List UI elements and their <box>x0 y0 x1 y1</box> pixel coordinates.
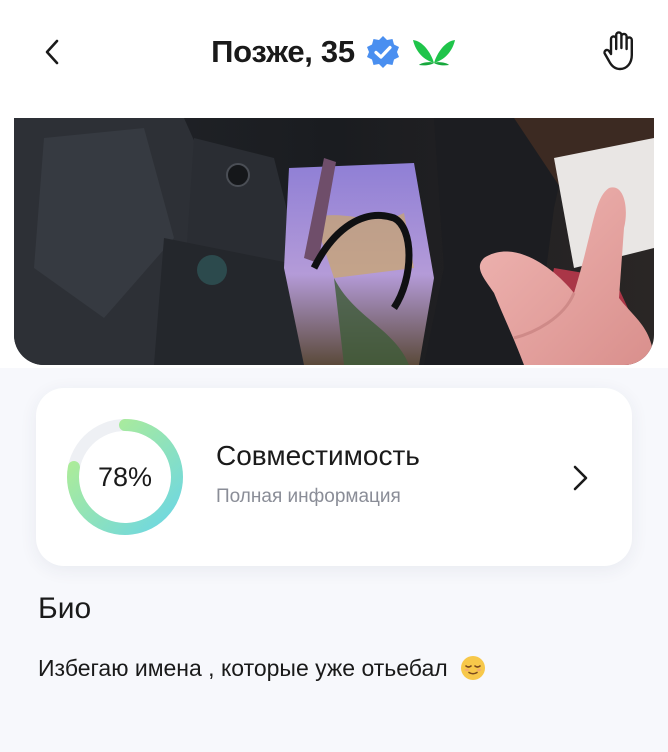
profile-photo-image <box>14 118 654 365</box>
profile-photo[interactable] <box>14 118 654 365</box>
bio-text: Избегаю имена , которые уже отьебал <box>38 655 448 681</box>
raised-hand-icon <box>603 31 633 71</box>
verified-badge-icon <box>366 36 399 68</box>
compatibility-subtitle: Полная информация <box>216 486 401 507</box>
compatibility-title: Совместимость <box>216 440 420 471</box>
title-group: Позже, 35 <box>0 28 668 76</box>
profile-screen: Позже, 35 78% Совместимость Полная инфор… <box>0 0 668 752</box>
bio-heading: Био <box>38 592 92 625</box>
relieved-face-emoji-icon <box>461 656 486 680</box>
top-bar: Позже, 35 <box>0 0 668 105</box>
compatibility-card[interactable]: 78% Совместимость Полная информация <box>36 388 632 566</box>
page-title: Позже, 35 <box>211 34 355 69</box>
bio-text-row: Избегаю имена , которые уже отьебал <box>38 655 486 682</box>
wave-button[interactable] <box>598 28 644 74</box>
butterfly-icon <box>412 40 455 66</box>
chevron-right-icon <box>573 465 588 491</box>
compatibility-percent: 78% <box>97 461 153 492</box>
